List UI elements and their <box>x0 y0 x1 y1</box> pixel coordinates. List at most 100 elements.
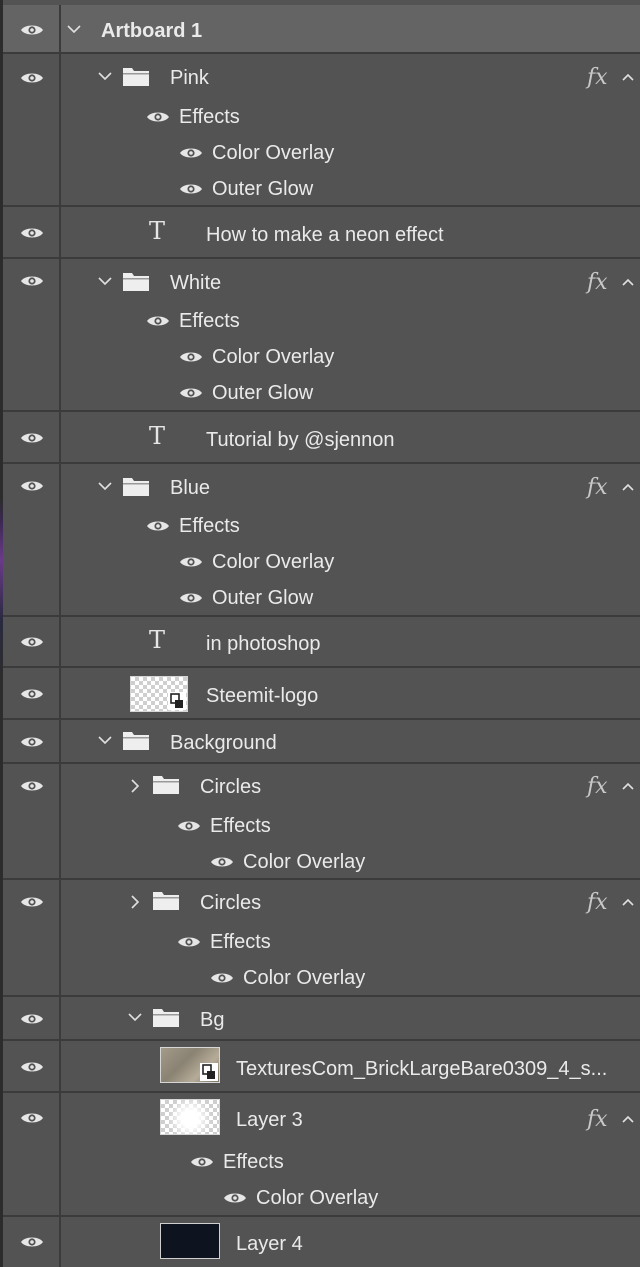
layer-name: Layer 4 <box>236 1233 303 1255</box>
eye-icon[interactable] <box>223 1191 247 1205</box>
layer-thumbnail <box>130 676 188 712</box>
eye-icon[interactable] <box>20 1111 44 1125</box>
eye-icon[interactable] <box>20 1235 44 1249</box>
layer-row-background[interactable]: Background <box>3 720 640 764</box>
layers-panel: Artboard 1 Pink fx Effects Color Overlay… <box>0 0 640 1267</box>
effect-color-overlay[interactable]: Color Overlay <box>243 850 365 874</box>
folder-icon <box>122 729 150 751</box>
text-layer-icon: T <box>149 422 166 450</box>
folder-icon <box>152 773 180 795</box>
layer-row-bg[interactable]: Bg <box>3 997 640 1041</box>
eye-icon[interactable] <box>210 855 234 869</box>
layer-name: Layer 3 <box>236 1109 303 1131</box>
eye-icon[interactable] <box>146 314 170 328</box>
eye-icon[interactable] <box>20 635 44 649</box>
eye-icon[interactable] <box>177 819 201 833</box>
eye-icon[interactable] <box>190 1155 214 1169</box>
eye-icon[interactable] <box>20 431 44 445</box>
folder-icon <box>122 475 150 497</box>
layer-name: Tutorial by @sjennon <box>206 429 395 451</box>
effect-color-overlay[interactable]: Color Overlay <box>212 345 334 369</box>
eye-icon[interactable] <box>20 23 44 37</box>
fx-icon[interactable]: fx <box>587 1108 608 1132</box>
layer-row-text[interactable]: T in photoshop <box>3 617 640 668</box>
smart-object-icon <box>200 1063 218 1081</box>
layer-row-smart-object[interactable]: Steemit-logo <box>3 668 640 720</box>
folder-icon <box>152 1006 180 1028</box>
layer-row-texture[interactable]: TexturesCom_BrickLargeBare0309_4_s... <box>3 1041 640 1093</box>
smart-object-icon <box>168 692 186 710</box>
chevron-up-icon[interactable] <box>621 277 635 287</box>
folder-icon <box>122 65 150 87</box>
layer-row-pink[interactable]: Pink fx Effects Color Overlay Outer Glow <box>3 54 640 207</box>
effect-color-overlay[interactable]: Color Overlay <box>243 966 365 990</box>
effect-outer-glow[interactable]: Outer Glow <box>212 381 313 405</box>
eye-icon[interactable] <box>179 182 203 196</box>
chevron-up-icon[interactable] <box>621 781 635 791</box>
layer-thumbnail <box>160 1099 220 1135</box>
effects-label: Effects <box>179 310 240 332</box>
chevron-down-icon[interactable] <box>127 1009 143 1025</box>
layer-name: TexturesCom_BrickLargeBare0309_4_s... <box>236 1058 608 1080</box>
chevron-up-icon[interactable] <box>621 482 635 492</box>
layer-row-text[interactable]: T Tutorial by @sjennon <box>3 412 640 464</box>
chevron-down-icon[interactable] <box>66 21 82 37</box>
eye-icon[interactable] <box>20 479 44 493</box>
layer-name: How to make a neon effect <box>206 224 444 246</box>
chevron-down-icon[interactable] <box>97 273 113 289</box>
layer-row-artboard[interactable]: Artboard 1 <box>3 5 640 54</box>
layer-row-blue[interactable]: Blue fx Effects Color Overlay Outer Glow <box>3 464 640 617</box>
effect-color-overlay[interactable]: Color Overlay <box>256 1186 378 1210</box>
chevron-down-icon[interactable] <box>97 68 113 84</box>
eye-icon[interactable] <box>179 350 203 364</box>
layer-row-layer-3[interactable]: Layer 3 fx Effects Color Overlay <box>3 1093 640 1217</box>
fx-icon[interactable]: fx <box>587 891 608 915</box>
layer-thumbnail <box>160 1047 220 1083</box>
folder-icon <box>122 270 150 292</box>
eye-icon[interactable] <box>20 895 44 909</box>
eye-icon[interactable] <box>146 110 170 124</box>
layer-name: Background <box>170 732 277 754</box>
chevron-up-icon[interactable] <box>621 72 635 82</box>
layer-name: White <box>170 272 222 294</box>
text-layer-icon: T <box>149 217 166 245</box>
eye-icon[interactable] <box>179 591 203 605</box>
effect-outer-glow[interactable]: Outer Glow <box>212 177 313 201</box>
layer-row-white[interactable]: White fx Effects Color Overlay Outer Glo… <box>3 259 640 412</box>
eye-icon[interactable] <box>179 386 203 400</box>
layer-name: Pink <box>170 67 209 89</box>
effect-outer-glow[interactable]: Outer Glow <box>212 586 313 610</box>
effects-label: Effects <box>179 106 240 128</box>
eye-icon[interactable] <box>179 146 203 160</box>
text-layer-icon: T <box>149 626 166 654</box>
fx-icon[interactable]: fx <box>587 271 608 295</box>
fx-icon[interactable]: fx <box>587 775 608 799</box>
eye-icon[interactable] <box>20 71 44 85</box>
eye-icon[interactable] <box>146 519 170 533</box>
eye-icon[interactable] <box>20 687 44 701</box>
chevron-down-icon[interactable] <box>97 732 113 748</box>
layer-row-circles[interactable]: Circles fx Effects Color Overlay <box>3 764 640 880</box>
eye-icon[interactable] <box>177 935 201 949</box>
effect-color-overlay[interactable]: Color Overlay <box>212 550 334 574</box>
eye-icon[interactable] <box>20 779 44 793</box>
fx-icon[interactable]: fx <box>587 66 608 90</box>
eye-icon[interactable] <box>179 555 203 569</box>
layer-row-layer-4[interactable]: Layer 4 <box>3 1217 640 1267</box>
eye-icon[interactable] <box>20 1060 44 1074</box>
chevron-up-icon[interactable] <box>621 897 635 907</box>
layer-row-circles[interactable]: Circles fx Effects Color Overlay <box>3 880 640 997</box>
eye-icon[interactable] <box>20 274 44 288</box>
chevron-right-icon[interactable] <box>127 894 143 910</box>
fx-icon[interactable]: fx <box>587 476 608 500</box>
eye-icon[interactable] <box>20 735 44 749</box>
effect-color-overlay[interactable]: Color Overlay <box>212 141 334 165</box>
chevron-up-icon[interactable] <box>621 1114 635 1124</box>
eye-icon[interactable] <box>210 971 234 985</box>
layer-row-text[interactable]: T How to make a neon effect <box>3 207 640 259</box>
chevron-down-icon[interactable] <box>97 478 113 494</box>
eye-icon[interactable] <box>20 1012 44 1026</box>
layer-name: Steemit-logo <box>206 685 319 707</box>
chevron-right-icon[interactable] <box>127 778 143 794</box>
eye-icon[interactable] <box>20 226 44 240</box>
